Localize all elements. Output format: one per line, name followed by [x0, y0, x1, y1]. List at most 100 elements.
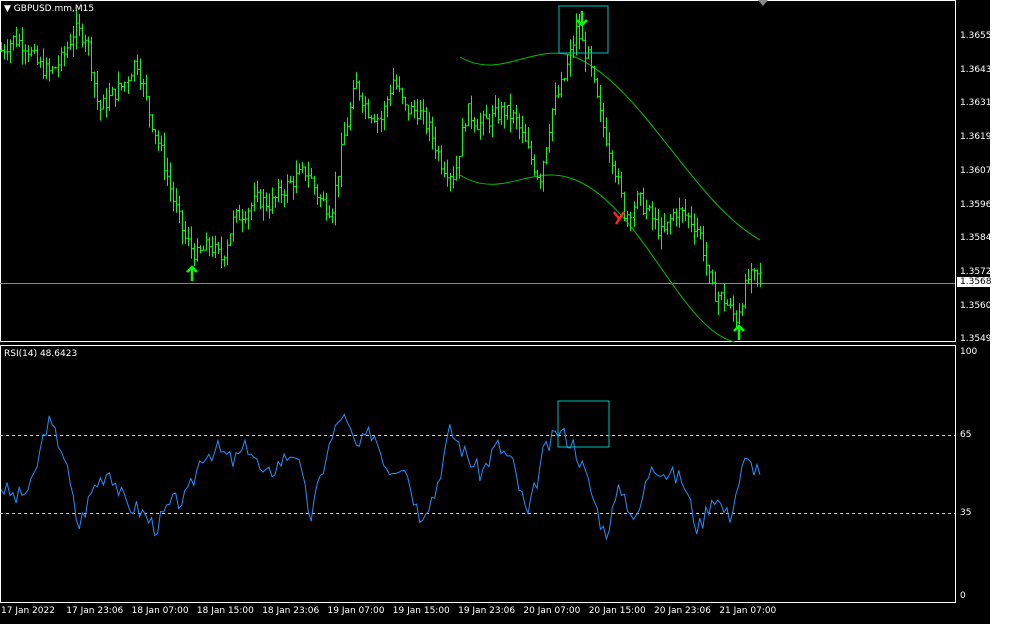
price-bar	[54, 66, 57, 69]
price-bar	[117, 71, 120, 102]
price-bar	[687, 212, 690, 229]
price-tick: 1.3643	[960, 64, 992, 75]
price-bar	[226, 239, 229, 266]
price-bar	[268, 193, 271, 219]
price-bar	[605, 117, 608, 147]
price-bar	[123, 81, 126, 92]
price-bar	[289, 175, 292, 184]
price-bar	[3, 44, 6, 60]
price-bar	[684, 199, 687, 222]
price-bar	[12, 35, 15, 51]
exit-marker-icon	[613, 211, 626, 225]
price-bar	[217, 241, 220, 255]
price-bar	[120, 82, 123, 91]
price-bar	[524, 123, 527, 142]
rsi-title: RSI(14) 48.6423	[4, 349, 78, 359]
price-bar	[42, 48, 45, 80]
price-bar	[542, 160, 545, 192]
shift-marker-icon[interactable]	[758, 0, 768, 6]
price-bar	[726, 299, 729, 306]
price-bar	[660, 217, 663, 250]
price-bar	[358, 80, 361, 101]
price-bar	[500, 101, 503, 125]
price-bar	[277, 178, 280, 203]
price-bar	[84, 34, 87, 52]
price-bar	[39, 56, 42, 68]
price-bar	[96, 71, 99, 111]
price-bar	[223, 255, 226, 267]
price-tick: 1.3572	[960, 266, 992, 277]
time-tick: 17 Jan 23:06	[66, 606, 124, 616]
price-bar	[271, 187, 274, 214]
price-tick: 1.3584	[960, 233, 992, 244]
price-bar	[280, 179, 283, 203]
price-bar	[389, 84, 392, 106]
price-bar	[398, 76, 401, 92]
price-bar	[642, 187, 645, 215]
time-tick: 20 Jan 23:06	[654, 606, 711, 616]
price-bar	[602, 102, 605, 138]
price-bar	[735, 310, 738, 328]
price-bar	[90, 36, 93, 82]
price-bar	[145, 74, 148, 101]
price-bar	[404, 96, 407, 111]
sell-arrow-icon	[576, 11, 588, 27]
price-bar	[476, 118, 479, 131]
price-bar	[675, 208, 678, 227]
price-bar	[18, 33, 21, 48]
price-bar	[443, 161, 446, 177]
price-bar	[633, 201, 636, 227]
price-bar	[395, 74, 398, 90]
price-bar	[566, 54, 569, 82]
chart-window[interactable]: ▼ GBPUSD.mm,M15 RSI(14) 48.6423 1.3655 1.…	[0, 0, 995, 624]
price-bar	[639, 192, 642, 206]
price-bar	[367, 98, 370, 119]
price-bar	[485, 104, 488, 119]
price-bar	[584, 31, 587, 73]
price-bar	[416, 99, 419, 125]
price-bar	[181, 210, 184, 245]
envelope-lower	[459, 174, 736, 343]
price-bar	[437, 145, 440, 161]
price-bar	[331, 208, 334, 223]
price-bar	[545, 146, 548, 165]
price-bar	[506, 104, 509, 120]
price-bar	[66, 41, 69, 58]
price-bar	[148, 95, 151, 128]
price-bar	[274, 195, 277, 208]
price-bar	[440, 145, 443, 175]
price-bar	[651, 201, 654, 231]
price-bar	[334, 171, 337, 226]
price-bar	[108, 82, 111, 111]
chart-menu-icon[interactable]: ▼	[4, 4, 14, 14]
rsi-tick: 0	[960, 591, 966, 601]
price-bar	[370, 115, 373, 124]
price-bar	[72, 25, 75, 57]
chart-canvas[interactable]	[0, 0, 990, 624]
price-bar	[151, 113, 154, 133]
price-bar	[256, 180, 259, 202]
price-bar	[648, 204, 651, 212]
price-bar	[581, 24, 584, 42]
signal-box-main	[558, 5, 609, 54]
price-bar	[238, 204, 241, 221]
rsi-tick: 65	[960, 430, 972, 440]
price-bar	[175, 188, 178, 213]
price-bar	[729, 298, 732, 309]
price-bar	[497, 98, 500, 124]
price-bar	[136, 54, 139, 76]
price-bar	[512, 109, 515, 124]
price-bar	[265, 192, 268, 212]
rsi-tick: 100	[960, 347, 978, 357]
price-bar	[349, 102, 352, 131]
price-bar	[401, 87, 404, 105]
time-tick: 20 Jan 07:00	[523, 606, 581, 616]
price-bar	[717, 291, 720, 315]
price-bar	[611, 150, 614, 175]
price-bar	[419, 99, 422, 120]
price-bar	[45, 57, 48, 79]
price-bar	[298, 163, 301, 175]
price-bar	[48, 58, 51, 82]
time-tick: 19 Jan 07:00	[327, 606, 385, 616]
buy-arrow-icon	[186, 265, 198, 281]
